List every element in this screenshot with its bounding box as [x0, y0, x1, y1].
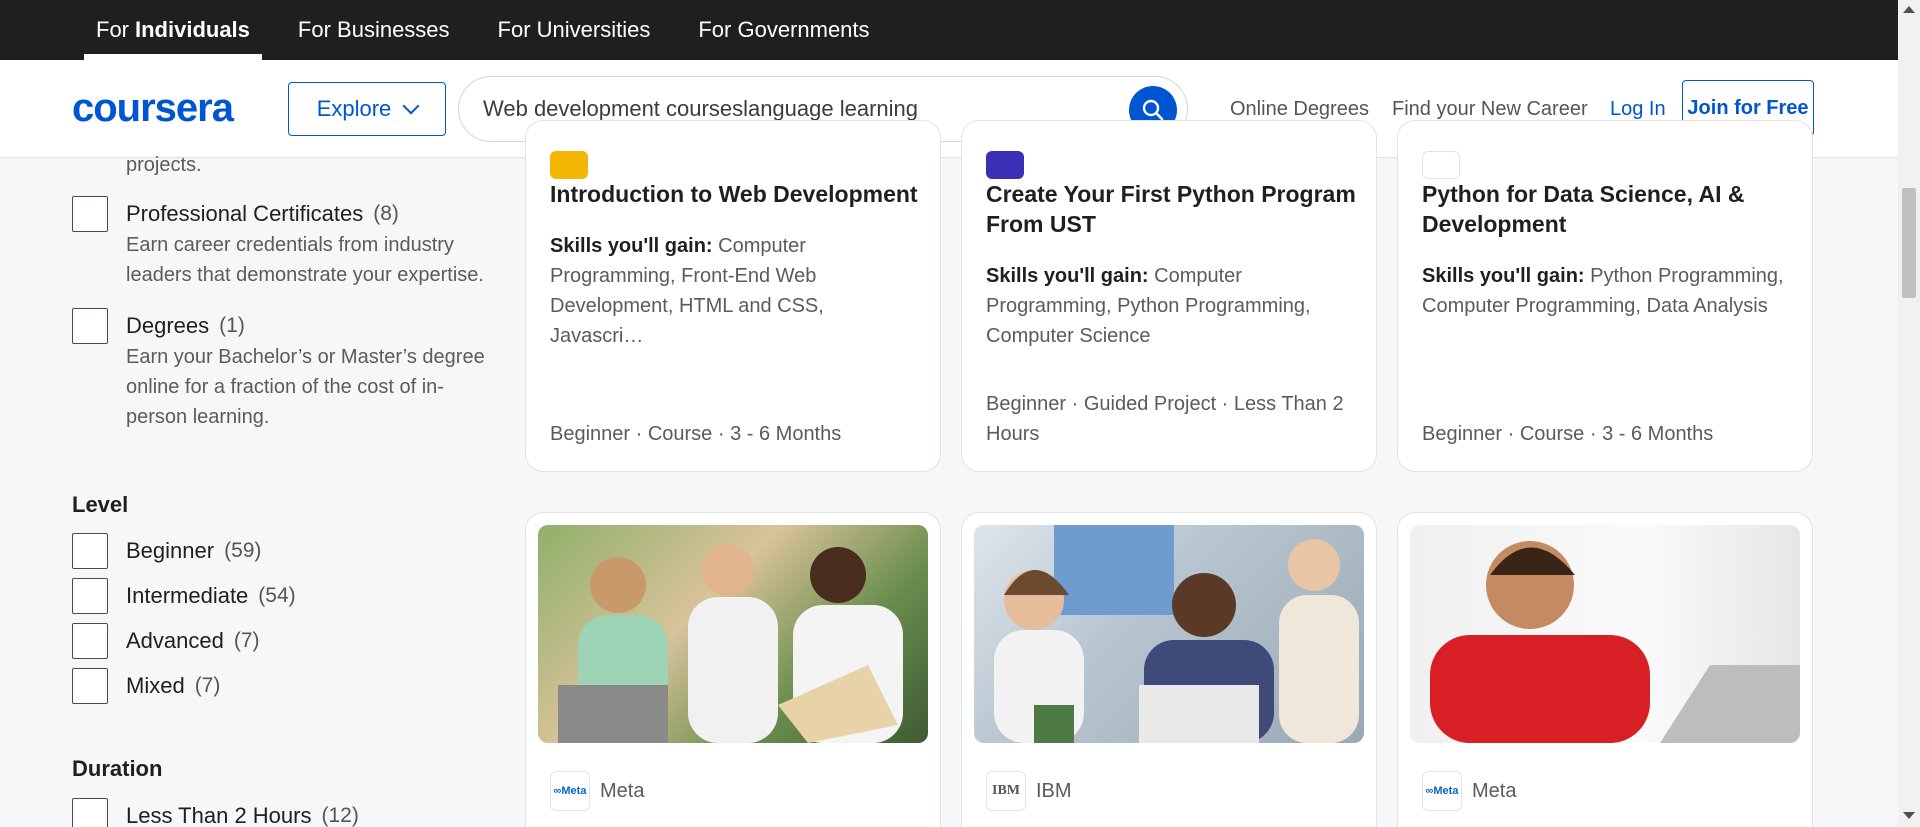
filter-count: (1)	[219, 314, 245, 337]
checkbox[interactable]	[72, 623, 108, 659]
course-meta: Beginner · Guided Project · Less Than 2 …	[986, 393, 1344, 445]
checkbox[interactable]	[72, 798, 108, 827]
filter-count: (7)	[233, 629, 260, 652]
search-icon	[1142, 99, 1164, 121]
course-card[interactable]: Python for Data Science, AI & Developmen…	[1397, 120, 1813, 472]
course-title[interactable]: Python for Data Science, AI & Developmen…	[1422, 179, 1792, 239]
course-title[interactable]: Introduction to Web Development	[550, 179, 920, 209]
student-photo-illustration	[1430, 541, 1800, 743]
audience-bar: For Individuals For Businesses For Unive…	[0, 0, 1898, 60]
course-card[interactable]: ∞Meta Meta	[525, 512, 941, 827]
partner-info: IBM IBM	[986, 771, 1072, 811]
course-skills: Skills you'll gain: Python Programming, …	[1422, 261, 1792, 321]
skills-label: Skills you'll gain:	[550, 235, 713, 257]
page-scrollbar[interactable]	[1898, 0, 1920, 827]
partner-name: Meta	[1472, 779, 1517, 802]
filter-label: Advanced	[126, 628, 224, 653]
scroll-thumb[interactable]	[1902, 188, 1916, 298]
explore-label: Explore	[316, 96, 392, 121]
course-card[interactable]: IBM IBM	[961, 512, 1377, 827]
filter-label: Beginner	[126, 538, 215, 563]
partner-name: Meta	[600, 779, 645, 802]
partner-logo-chip	[550, 151, 588, 179]
nav-find-career[interactable]: Find your New Career	[1392, 98, 1588, 121]
scroll-up-arrow-icon[interactable]	[1903, 6, 1915, 13]
course-card[interactable]: Introduction to Web Development Skills y…	[525, 120, 941, 472]
duration-heading: Duration	[72, 756, 163, 781]
checkbox[interactable]	[72, 668, 108, 704]
nav-online-degrees[interactable]: Online Degrees	[1230, 98, 1369, 121]
filter-label: Mixed	[126, 673, 185, 698]
checkbox[interactable]	[72, 196, 108, 232]
filter-level-advanced[interactable]: Advanced (7)	[72, 623, 260, 659]
filter-level-intermediate[interactable]: Intermediate (54)	[72, 578, 296, 614]
filter-desc: Earn career credentials from industry le…	[126, 234, 484, 286]
students-photo-illustration	[558, 544, 903, 743]
tab-for-individuals[interactable]: For Individuals	[84, 0, 262, 60]
checkbox[interactable]	[72, 578, 108, 614]
course-image[interactable]	[974, 525, 1364, 743]
partner-logo-chip	[986, 151, 1024, 179]
filter-desc: Earn your Bachelor’s or Master’s degree …	[126, 346, 485, 428]
filter-count: (7)	[194, 674, 221, 697]
filter-desc-tail: projects.	[126, 154, 202, 176]
course-skills: Skills you'll gain: Computer Programming…	[550, 231, 920, 351]
filter-label: Professional Certificates	[126, 201, 364, 226]
filter-level-beginner[interactable]: Beginner (59)	[72, 533, 261, 569]
meta-logo-icon: ∞Meta	[1422, 771, 1462, 811]
partner-info: ∞Meta Meta	[550, 771, 644, 811]
skills-label: Skills you'll gain:	[986, 265, 1149, 287]
chevron-down-icon	[402, 97, 420, 115]
filter-sidebar: projects. Professional Certificates (8) …	[0, 154, 500, 827]
tab-label: Individuals	[135, 17, 250, 42]
filter-degrees[interactable]: Degrees (1)	[72, 308, 245, 344]
partner-name: IBM	[1036, 779, 1072, 802]
coursera-logo[interactable]: coursera	[72, 86, 234, 131]
checkbox[interactable]	[72, 533, 108, 569]
filter-professional-certificates[interactable]: Professional Certificates (8)	[72, 196, 399, 232]
course-image[interactable]	[538, 525, 928, 743]
filter-label: Degrees	[126, 313, 210, 338]
scroll-down-arrow-icon[interactable]	[1903, 812, 1915, 819]
tab-for-businesses[interactable]: For Businesses	[286, 0, 462, 60]
filter-level-mixed[interactable]: Mixed (7)	[72, 668, 220, 704]
tab-prefix: For	[96, 17, 129, 42]
filter-count: (54)	[258, 584, 296, 607]
course-meta: Beginner · Course · 3 - 6 Months	[550, 423, 842, 445]
course-title[interactable]: Create Your First Python Program From US…	[986, 179, 1356, 239]
explore-button[interactable]: Explore	[288, 82, 446, 136]
checkbox[interactable]	[72, 308, 108, 344]
course-meta: Beginner · Course · 3 - 6 Months	[1422, 423, 1714, 445]
filter-count: (8)	[373, 202, 399, 225]
partner-logo-chip	[1422, 151, 1460, 179]
filter-duration-less-than-2-hours[interactable]: Less Than 2 Hours (12)	[72, 798, 359, 827]
filter-count: (12)	[321, 804, 359, 827]
filter-label: Less Than 2 Hours	[126, 803, 312, 827]
students-photo-illustration	[994, 525, 1359, 743]
filter-label: Intermediate	[126, 583, 249, 608]
ibm-logo-icon: IBM	[986, 771, 1026, 811]
course-image[interactable]	[1410, 525, 1800, 743]
filter-count: (59)	[224, 539, 262, 562]
login-link[interactable]: Log In	[1610, 98, 1666, 121]
tab-for-universities[interactable]: For Universities	[486, 0, 663, 60]
course-card[interactable]: Create Your First Python Program From US…	[961, 120, 1377, 472]
tab-for-governments[interactable]: For Governments	[686, 0, 881, 60]
partner-info: ∞Meta Meta	[1422, 771, 1516, 811]
course-skills: Skills you'll gain: Computer Programming…	[986, 261, 1356, 351]
meta-logo-icon: ∞Meta	[550, 771, 590, 811]
skills-label: Skills you'll gain:	[1422, 265, 1585, 287]
course-card[interactable]: ∞Meta Meta	[1397, 512, 1813, 827]
level-heading: Level	[72, 492, 129, 517]
